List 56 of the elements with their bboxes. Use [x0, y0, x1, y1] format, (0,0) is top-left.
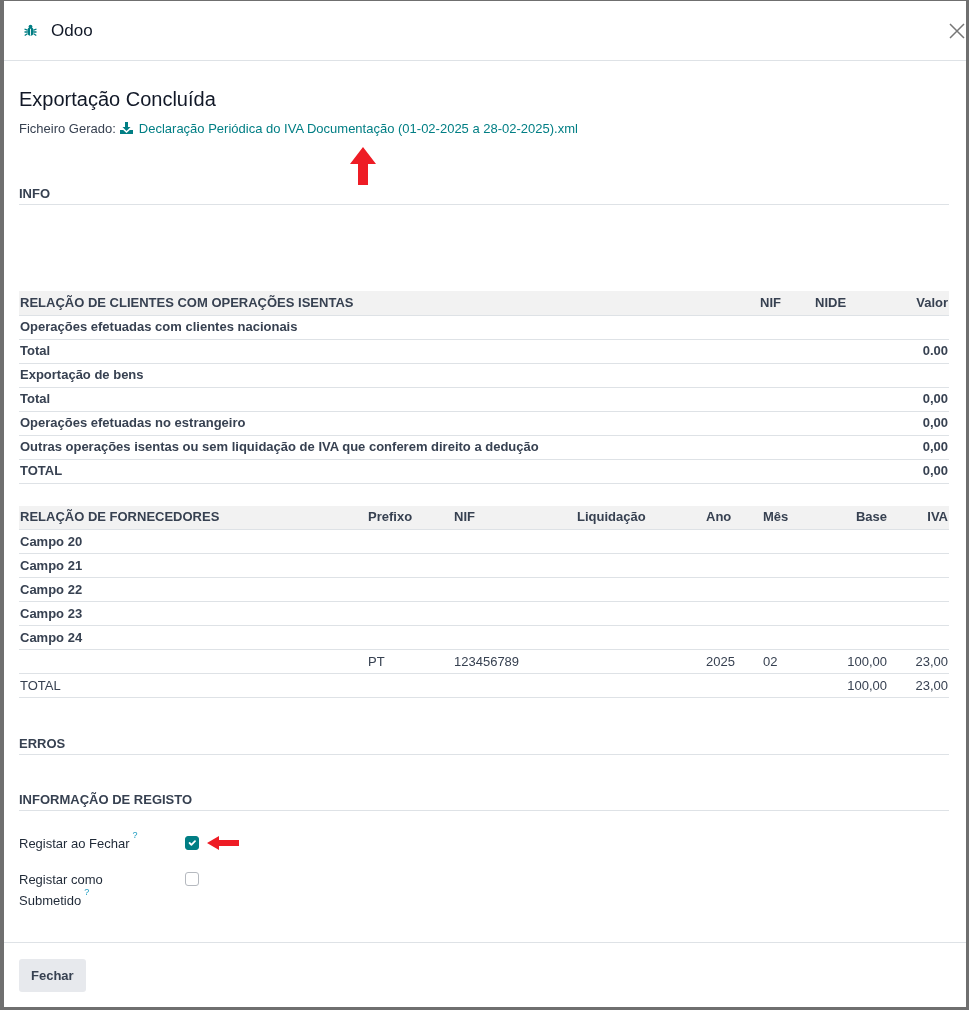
checkbox[interactable] [185, 836, 199, 850]
table-cell: 23,00 [915, 677, 948, 693]
row-label: Campo 23 [20, 605, 83, 621]
export-heading: Exportação Concluída [19, 87, 217, 111]
row-label: Campo 21 [20, 557, 83, 573]
table-cell: 02 [763, 653, 778, 669]
column-header: Liquidação [576, 505, 705, 530]
field-label: Registar ao Fechar $^{?}$ [19, 833, 138, 853]
close-dialog-button[interactable]: Fechar [19, 959, 86, 992]
file-label: Ficheiro Gerado: [19, 121, 116, 136]
column-header: Valor [872, 291, 949, 315]
column-header: Prefixo [367, 505, 453, 530]
section-title: INFO [19, 184, 949, 205]
column-header: Mês [762, 505, 822, 530]
column-header: NIDE [814, 291, 872, 315]
arrow-icon [350, 147, 376, 185]
column-header: Base [822, 505, 888, 530]
file-download-link[interactable]: Declaração Periódica do IVA Documentação (01-02-2025 a 28-02-2025).xml [119, 121, 578, 136]
row-label: Total [20, 343, 51, 358]
table-cell: 100,00 [847, 653, 887, 669]
table-cell: 0,00 [922, 439, 948, 454]
row-label: Operações efetuadas no estrangeiro [20, 415, 246, 430]
row-label: TOTAL [20, 677, 61, 693]
bug-icon [24, 24, 37, 37]
table-cell: 0.00 [922, 343, 948, 358]
window-title: Odoo [51, 19, 93, 42]
table-cell: 2025 [706, 653, 735, 669]
table-cell: 123456789 [454, 653, 520, 669]
field-label: Registar como Submetido $^{?}$ [19, 871, 104, 910]
row-label: Campo 24 [20, 629, 83, 645]
column-header: RELAÇÃO DE CLIENTES COM OPERAÇÕES ISENTAS [19, 291, 759, 315]
table-cell: 100,00 [847, 677, 887, 693]
column-header: NIF [453, 505, 576, 530]
column-header: IVA [888, 505, 949, 530]
close-button[interactable] [949, 22, 965, 39]
row-label: Campo 20 [20, 533, 83, 549]
column-header: NIF [759, 291, 814, 315]
close-icon [949, 22, 965, 39]
table-cell: PT [368, 653, 385, 669]
row-label: Campo 22 [20, 581, 83, 597]
column-header: Ano [705, 505, 762, 530]
table-cell: 23,00 [915, 653, 948, 669]
section-title: INFORMAÇÃO DE REGISTO [19, 790, 949, 811]
row-label: Total [20, 391, 51, 406]
table-cell: 0,00 [922, 463, 948, 478]
table-cell: 0,00 [922, 415, 948, 430]
download-icon [119, 122, 133, 134]
checkbox[interactable] [185, 872, 199, 886]
section-title: ERROS [19, 734, 949, 755]
row-label: TOTAL [20, 463, 63, 478]
row-label: Exportação de bens [20, 367, 144, 382]
arrow-icon [207, 836, 239, 850]
table-cell: 0,00 [922, 391, 948, 406]
row-label: Outras operações isentas ou sem liquidação de IVA que conferem direito a dedução [20, 439, 539, 454]
column-header: RELAÇÃO DE FORNECEDORES [19, 505, 367, 530]
row-label: Operações efetuadas com clientes nacionais [20, 319, 298, 334]
